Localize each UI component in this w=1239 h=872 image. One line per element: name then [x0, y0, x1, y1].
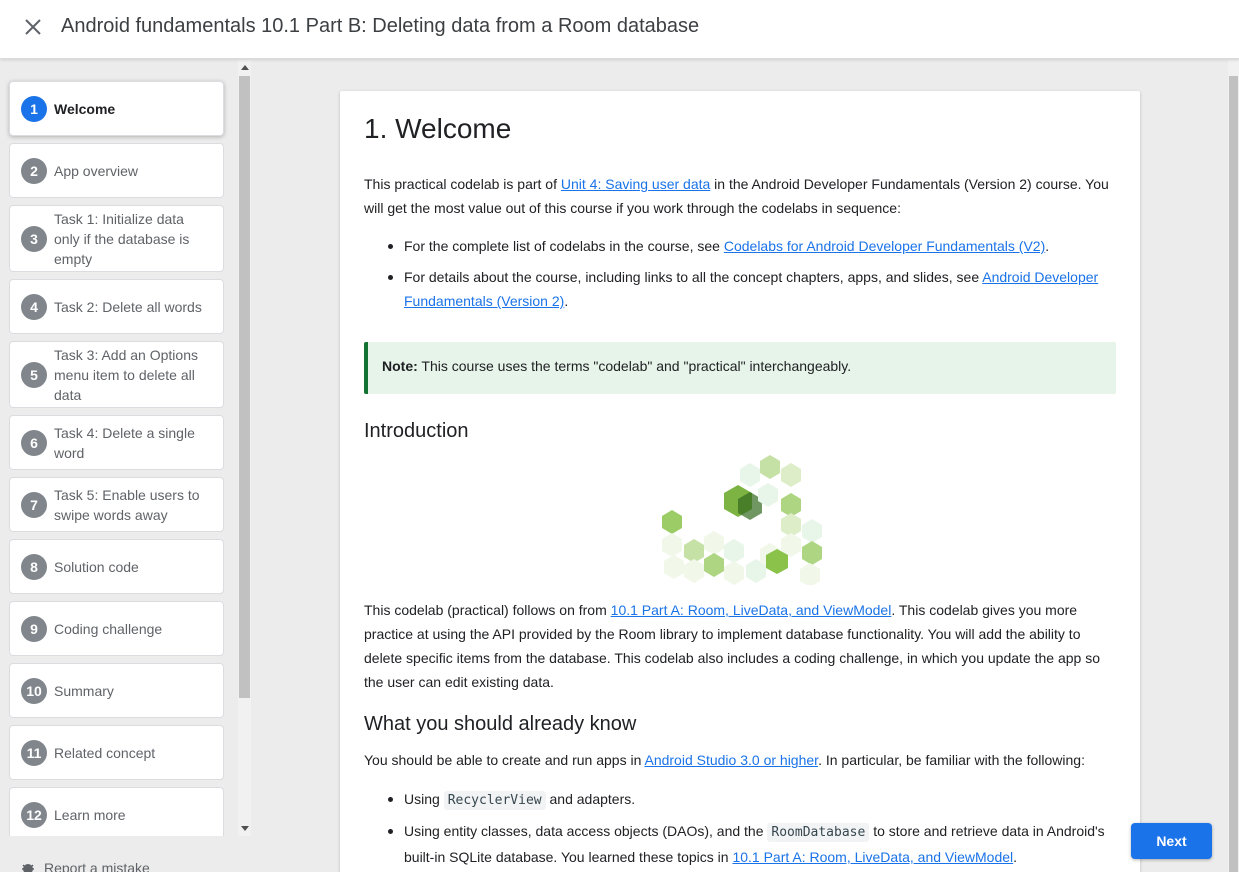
sidebar-step-3[interactable]: 3 Task 1: Initialize data only if the da…	[9, 205, 224, 272]
sidebar-step-1[interactable]: 1 Welcome	[9, 81, 224, 136]
scroll-up-arrow-icon[interactable]	[241, 65, 249, 70]
unit4-link[interactable]: Unit 4: Saving user data	[561, 176, 710, 192]
close-icon	[25, 19, 41, 35]
step-label: Welcome	[54, 100, 116, 117]
step-number: 5	[21, 361, 47, 388]
step-number: 6	[21, 429, 47, 456]
note-label: Note:	[382, 358, 418, 374]
sidebar-step-7[interactable]: 7 Task 5: Enable users to swipe words aw…	[9, 477, 224, 532]
step-label: Task 1: Initialize data only if the data…	[54, 210, 190, 267]
step-label: Task 3: Add an Options menu item to dele…	[54, 346, 198, 403]
sidebar-step-9[interactable]: 9 Coding challenge	[9, 601, 224, 656]
introduction-heading: Introduction	[364, 420, 469, 442]
list-item: For the complete list of codelabs in the…	[388, 234, 1116, 258]
sidebar: 1 Welcome 2 App overview 3 Task 1: Initi…	[0, 60, 238, 836]
text: This codelab (practical) follows on from	[364, 602, 611, 618]
text: You should be able to create and run app…	[364, 752, 645, 768]
step-number: 10	[21, 677, 47, 704]
step-label: Task 2: Delete all words	[54, 298, 202, 315]
step-number: 2	[21, 157, 47, 184]
part-a-link-2[interactable]: 10.1 Part A: Room, LiveData, and ViewMod…	[732, 849, 1013, 865]
step-number: 8	[21, 553, 47, 580]
step-label: Learn more	[54, 806, 126, 823]
step-title: 1. Welcome	[364, 113, 512, 144]
text: For the complete list of codelabs in the…	[404, 238, 724, 254]
next-button[interactable]: Next	[1131, 823, 1212, 859]
codelabs-list-link[interactable]: Codelabs for Android Developer Fundament…	[724, 238, 1045, 254]
room-hexagon-illustration	[662, 455, 822, 585]
prerequisites-heading: What you should already know	[364, 713, 637, 735]
list-item: Using entity classes, data access object…	[388, 819, 1116, 869]
scroll-down-arrow-icon[interactable]	[241, 826, 249, 831]
part-a-link[interactable]: 10.1 Part A: Room, LiveData, and ViewMod…	[611, 602, 892, 618]
sidebar-step-11[interactable]: 11 Related concept	[9, 725, 224, 780]
text: Using	[404, 791, 444, 807]
close-button[interactable]	[20, 14, 46, 40]
intro-paragraph: This practical codelab is part of Unit 4…	[364, 172, 1116, 220]
step-number: 7	[21, 491, 47, 518]
prerequisites-paragraph: You should be able to create and run app…	[364, 748, 1116, 772]
sidebar-step-12[interactable]: 12 Learn more	[9, 787, 224, 836]
text: .	[564, 293, 569, 309]
sidebar-step-5[interactable]: 5 Task 3: Add an Options menu item to de…	[9, 341, 224, 408]
sidebar-step-6[interactable]: 6 Task 4: Delete a single word	[9, 415, 224, 470]
text: For details about the course, including …	[404, 269, 983, 285]
scrollbar-thumb[interactable]	[239, 76, 250, 698]
text: and adapters.	[545, 791, 636, 807]
sidebar-step-8[interactable]: 8 Solution code	[9, 539, 224, 594]
sidebar-step-10[interactable]: 10 Summary	[9, 663, 224, 718]
step-label: Task 5: Enable users to swipe words away	[54, 486, 200, 523]
step-number: 1	[21, 95, 47, 122]
bug-icon	[22, 864, 34, 872]
step-label: Solution code	[54, 558, 139, 575]
page-title: Android fundamentals 10.1 Part B: Deleti…	[61, 15, 700, 37]
step-number: 11	[21, 739, 47, 766]
note-text: This course uses the terms "codelab" and…	[417, 358, 852, 374]
step-number: 12	[21, 801, 47, 828]
code-roomdatabase: RoomDatabase	[767, 823, 870, 842]
report-mistake-label: Report a mistake	[44, 860, 150, 872]
list-item: For details about the course, including …	[388, 265, 1116, 313]
report-mistake-link[interactable]: Report a mistake	[20, 860, 150, 872]
text: .	[1013, 849, 1018, 865]
text: This practical codelab is part of	[364, 176, 561, 192]
step-label: Related concept	[54, 744, 156, 761]
step-number: 4	[21, 293, 47, 320]
step-number: 3	[21, 225, 47, 252]
content-card: 1. Welcome This practical codelab is par…	[340, 91, 1140, 872]
code-recyclerview: RecyclerView	[443, 791, 546, 810]
sidebar-step-4[interactable]: 4 Task 2: Delete all words	[9, 279, 224, 334]
sidebar-step-2[interactable]: 2 App overview	[9, 143, 224, 198]
list-item: Using RecyclerView and adapters.	[388, 787, 1116, 813]
main-scrollbar[interactable]	[1228, 60, 1239, 872]
step-label: Task 4: Delete a single word	[54, 424, 195, 461]
text: .	[1045, 238, 1050, 254]
step-label: Coding challenge	[54, 620, 163, 637]
text: . In particular, be familiar with the fo…	[818, 752, 1085, 768]
follow-on-paragraph: This codelab (practical) follows on from…	[364, 598, 1116, 694]
android-studio-link[interactable]: Android Studio 3.0 or higher	[644, 752, 818, 768]
note-box: Note: This course uses the terms "codela…	[364, 342, 1116, 394]
top-bar: Android fundamentals 10.1 Part B: Deleti…	[0, 0, 1239, 59]
scrollbar-thumb[interactable]	[1229, 76, 1238, 872]
step-label: App overview	[54, 162, 139, 179]
step-number: 9	[21, 615, 47, 642]
sidebar-scrollbar[interactable]	[238, 60, 251, 836]
step-label: Summary	[54, 682, 114, 699]
text: Using entity classes, data access object…	[404, 823, 768, 839]
